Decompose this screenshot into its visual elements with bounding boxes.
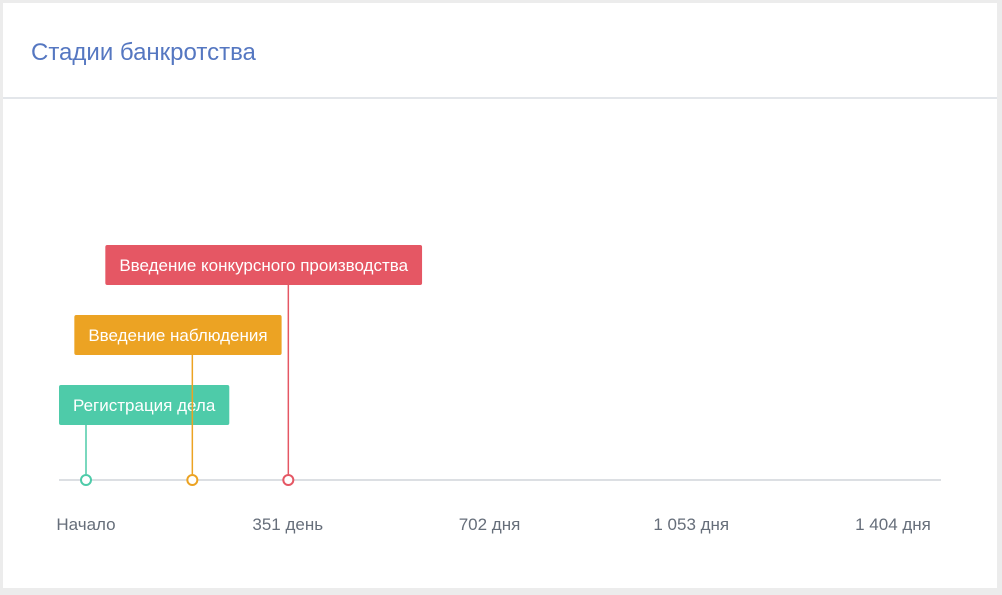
event-label: Введение конкурсного производства [119,256,408,275]
event-label: Введение наблюдения [88,326,267,345]
event-marker [186,474,199,486]
event-marker [80,474,92,486]
card-title: Стадии банкротства [31,39,256,66]
bankruptcy-stages-card: Стадии банкротства Начало 351 день 702 дня… [3,3,997,588]
tick-label: 351 день [252,515,323,534]
event-marker [282,474,295,486]
timeline-event: Регистрация дела [59,385,230,486]
tick-label: Начало [56,515,115,534]
tick-label: 702 дня [459,515,521,534]
timeline-chart: Начало 351 день 702 дня 1 053 дня 1 404 дня Р… [3,101,997,588]
timeline-event: Введение конкурсного производства [105,245,423,486]
event-label: Регистрация дела [73,396,216,415]
timeline-svg: Начало 351 день 702 дня 1 053 дня 1 404 дня Р… [56,245,941,534]
card-header: Стадии банкротства [3,3,997,99]
tick-label: 1 053 дня [653,515,729,534]
tick-label: 1 404 дня [855,515,931,534]
